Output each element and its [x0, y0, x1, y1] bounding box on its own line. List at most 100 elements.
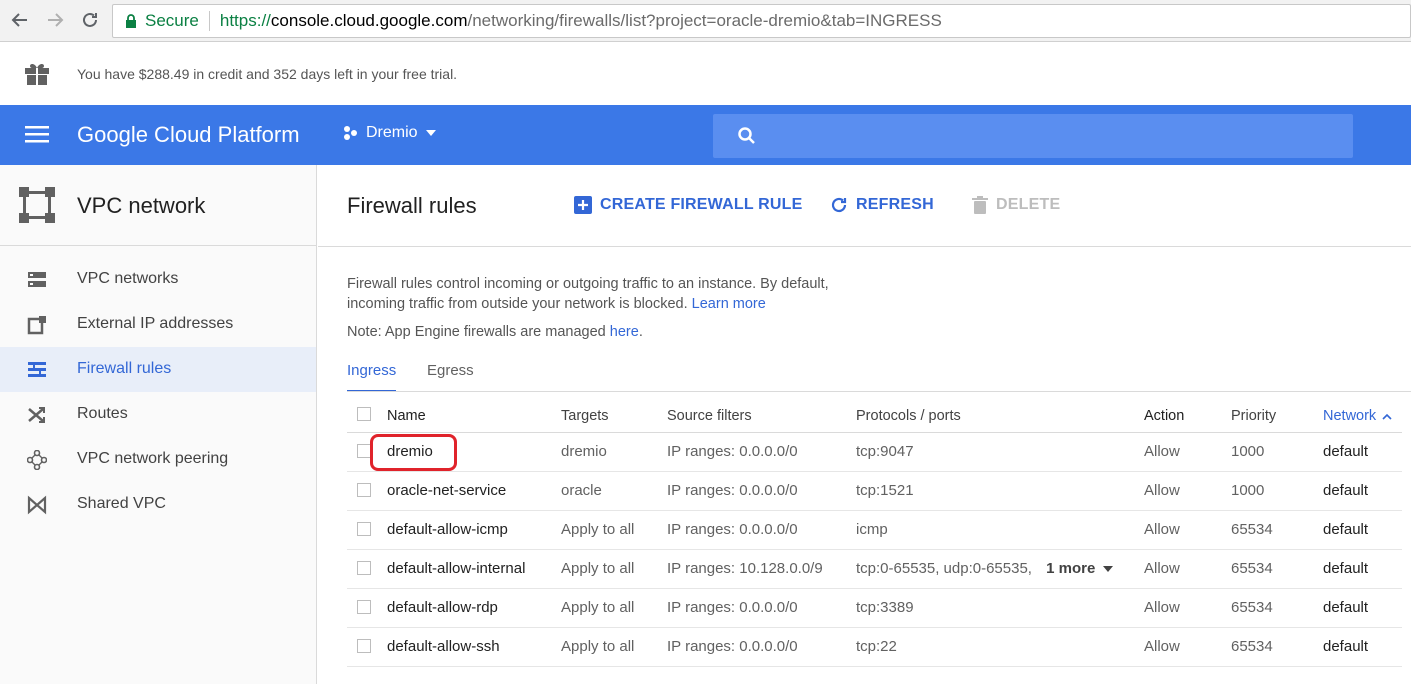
secure-indicator[interactable]: Secure	[113, 11, 199, 31]
sidebar-item-label: VPC networks	[77, 270, 179, 287]
table-row[interactable]: default-allow-rdp Apply to all IP ranges…	[347, 589, 1402, 628]
address-divider	[208, 11, 210, 31]
rule-name[interactable]: default-allow-internal	[387, 560, 525, 577]
sidebar-item-routes[interactable]: Routes	[0, 392, 316, 437]
back-button[interactable]	[8, 8, 32, 32]
sidebar-title: VPC network	[77, 193, 206, 218]
description-line-1: Firewall rules control incoming or outgo…	[347, 276, 829, 292]
rule-protocols-cell: tcp:0-65535, udp:0-65535, 1 more	[856, 560, 1114, 577]
sidebar-header: VPC network	[0, 165, 316, 246]
rule-network: default	[1323, 599, 1369, 616]
url-path: /networking/firewalls/list?project=oracl…	[467, 11, 942, 30]
rule-targets: Apply to all	[561, 560, 635, 577]
vpc-networks-icon	[28, 272, 46, 287]
more-label: 1 more	[1046, 560, 1096, 577]
rule-network: default	[1323, 638, 1369, 655]
learn-more-link[interactable]: Learn more	[692, 296, 766, 312]
sidebar-item-shared-vpc[interactable]: Shared VPC	[0, 482, 316, 527]
rule-targets: Apply to all	[561, 638, 635, 655]
header-action[interactable]: Action	[1144, 408, 1184, 424]
gift-icon	[25, 63, 49, 85]
description-line-2: incoming traffic from outside your netwo…	[347, 296, 688, 312]
address-bar[interactable]: Secure https://console.cloud.google.com /…	[112, 4, 1411, 38]
table-row[interactable]: oracle-net-service oracle IP ranges: 0.0…	[347, 472, 1402, 511]
header-network[interactable]: Network	[1323, 408, 1392, 424]
rule-priority: 1000	[1231, 482, 1265, 499]
rule-priority: 65534	[1231, 638, 1273, 655]
rule-name[interactable]: default-allow-ssh	[387, 638, 500, 655]
sidebar-item-firewall-rules[interactable]: Firewall rules	[0, 347, 316, 392]
project-selector[interactable]: Dremio	[342, 124, 436, 142]
sidebar-item-label: External IP addresses	[77, 315, 234, 332]
rule-priority: 65534	[1231, 560, 1273, 577]
sidebar-item-external-ip[interactable]: External IP addresses	[0, 302, 316, 347]
add-box-icon	[574, 196, 592, 214]
back-arrow-icon	[11, 13, 27, 27]
row-checkbox[interactable]	[357, 483, 371, 497]
rule-action: Allow	[1144, 599, 1180, 616]
rule-protocols: tcp:1521	[856, 482, 914, 499]
forward-arrow-icon	[48, 13, 64, 27]
header-targets[interactable]: Targets	[561, 408, 609, 424]
chevron-down-icon	[1103, 565, 1114, 572]
forward-button[interactable]	[43, 8, 67, 32]
table-row[interactable]: default-allow-ssh Apply to all IP ranges…	[347, 628, 1402, 667]
rule-name[interactable]: default-allow-icmp	[387, 521, 508, 538]
delete-button[interactable]: DELETE	[972, 196, 1060, 214]
row-checkbox[interactable]	[357, 600, 371, 614]
header-protocols-ports[interactable]: Protocols / ports	[856, 408, 961, 424]
brand-title[interactable]: Google Cloud Platform	[77, 122, 300, 148]
tab-ingress[interactable]: Ingress	[347, 362, 397, 392]
refresh-button[interactable]: REFRESH	[830, 196, 934, 214]
table-row[interactable]: default-allow-icmp Apply to all IP range…	[347, 511, 1402, 550]
header-source-filters[interactable]: Source filters	[667, 408, 752, 424]
refresh-icon	[831, 197, 847, 213]
here-link[interactable]: here	[610, 324, 639, 340]
sidebar-item-label: Routes	[77, 405, 128, 422]
rule-protocols: tcp:0-65535, udp:0-65535,	[856, 560, 1032, 577]
rule-name[interactable]: default-allow-rdp	[387, 599, 498, 616]
refresh-label: REFRESH	[856, 196, 934, 213]
rule-action: Allow	[1144, 560, 1180, 577]
note-suffix: .	[638, 324, 643, 340]
header-priority[interactable]: Priority	[1231, 408, 1276, 424]
create-firewall-rule-button[interactable]: CREATE FIREWALL RULE	[574, 196, 803, 214]
sidebar-item-label: Firewall rules	[77, 360, 172, 377]
row-checkbox[interactable]	[357, 639, 371, 653]
annotation-highlight-box	[370, 434, 457, 471]
reload-button[interactable]	[78, 8, 102, 32]
row-checkbox[interactable]	[357, 561, 371, 575]
sidebar-item-vpc-peering[interactable]: VPC network peering	[0, 437, 316, 482]
table-row[interactable]: dremio dremio IP ranges: 0.0.0.0/0 tcp:9…	[347, 433, 1402, 472]
rule-priority: 65534	[1231, 599, 1273, 616]
rule-targets: Apply to all	[561, 521, 635, 538]
tab-egress[interactable]: Egress	[427, 362, 474, 392]
search-input[interactable]	[713, 114, 1353, 158]
row-checkbox[interactable]	[357, 444, 371, 458]
rule-network: default	[1323, 560, 1369, 577]
trash-icon	[972, 196, 988, 214]
sidebar: VPC network VPC networks External IP add…	[0, 165, 317, 684]
rule-targets: Apply to all	[561, 599, 635, 616]
tabs-divider	[347, 391, 1411, 392]
sidebar-item-vpc-networks[interactable]: VPC networks	[0, 257, 316, 302]
project-dots-icon	[344, 126, 357, 140]
rule-name[interactable]: oracle-net-service	[387, 482, 506, 499]
select-all-checkbox[interactable]	[357, 407, 371, 421]
firewall-icon	[28, 362, 46, 377]
header-name[interactable]: Name	[387, 408, 426, 424]
rule-source: IP ranges: 10.128.0.0/9	[667, 560, 823, 577]
table-row[interactable]: default-allow-internal Apply to all IP r…	[347, 550, 1402, 589]
row-checkbox[interactable]	[357, 522, 371, 536]
external-ip-icon	[27, 316, 46, 335]
peering-icon	[27, 450, 47, 470]
page-description: Firewall rules control incoming or outgo…	[347, 274, 887, 314]
sidebar-item-label: Shared VPC	[77, 495, 166, 512]
more-protocols-toggle[interactable]: 1 more	[1046, 560, 1114, 577]
shared-vpc-icon	[27, 495, 47, 515]
trial-text: You have $288.49 in credit and 352 days …	[77, 66, 458, 82]
hamburger-menu-icon[interactable]	[25, 124, 49, 144]
rule-source: IP ranges: 0.0.0.0/0	[667, 443, 798, 460]
rule-protocols: tcp:9047	[856, 443, 914, 460]
app-engine-note: Note: App Engine firewalls are managed h…	[347, 324, 643, 340]
